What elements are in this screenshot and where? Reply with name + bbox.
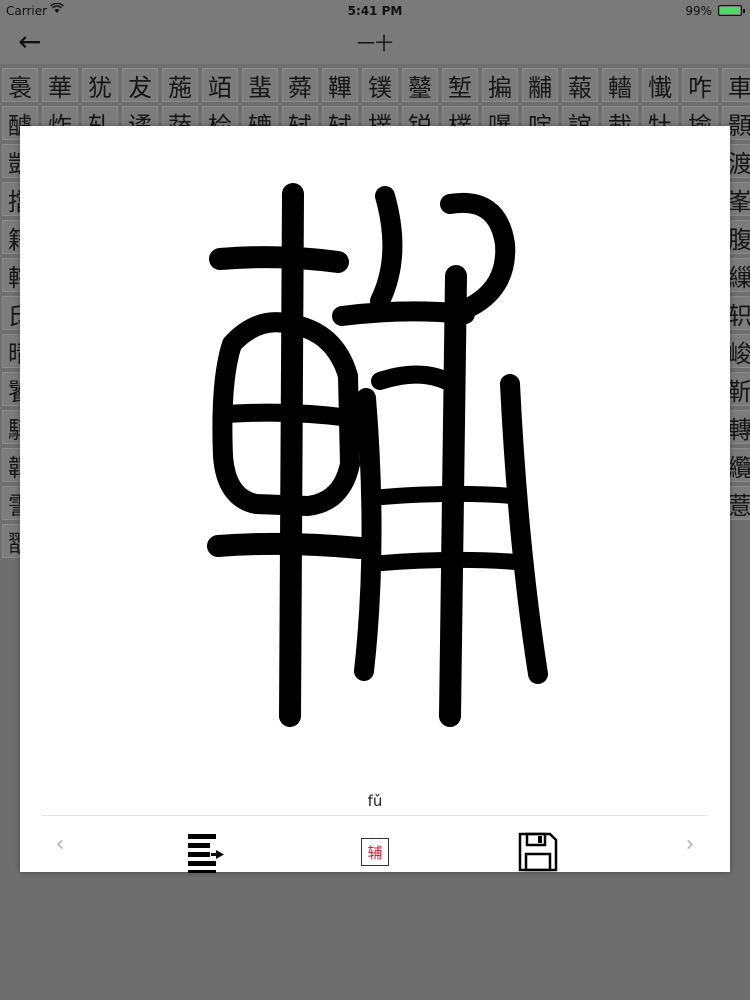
character-cell[interactable]: 轖: [602, 68, 638, 102]
character-cell[interactable]: 镤: [362, 68, 398, 102]
page-title: 一十: [357, 34, 393, 55]
modal-toolbar: ‹ 辅 ›: [20, 816, 730, 873]
navigation-bar: ← 一十: [0, 22, 750, 64]
battery-percent: 99%: [685, 4, 712, 18]
character-cell[interactable]: 鼞: [402, 68, 438, 102]
character-cell[interactable]: 懴: [642, 68, 678, 102]
character-detail-modal: fǔ ‹ 辅 ›: [20, 126, 730, 873]
previous-chevron-icon[interactable]: ‹: [48, 830, 72, 858]
character-cell[interactable]: 犮: [122, 68, 158, 102]
character-cell[interactable]: 堑: [442, 68, 478, 102]
battery-icon: [718, 5, 745, 16]
character-cell[interactable]: 蕣: [282, 68, 318, 102]
character-cell[interactable]: 蕔: [562, 68, 598, 102]
character-cell[interactable]: 鞸: [322, 68, 358, 102]
character-cell[interactable]: 蜚: [242, 68, 278, 102]
character-cell[interactable]: 咋: [682, 68, 718, 102]
seal-script-glyph: [207, 183, 548, 727]
character-cell[interactable]: 犹: [82, 68, 118, 102]
list-arrow-icon[interactable]: [184, 828, 232, 876]
next-chevron-icon[interactable]: ›: [678, 830, 702, 858]
character-cell[interactable]: 揙: [482, 68, 518, 102]
status-time: 5:41 PM: [347, 4, 403, 18]
pinyin-label: fǔ: [367, 792, 383, 810]
character-cell[interactable]: 竡: [202, 68, 238, 102]
character-cell[interactable]: 車: [722, 68, 750, 102]
save-floppy-icon[interactable]: [514, 828, 562, 876]
stamp-char: 辅: [361, 838, 389, 866]
character-cell[interactable]: 黼: [522, 68, 558, 102]
character-cell[interactable]: 葹: [162, 68, 198, 102]
status-bar: Carrier 5:41 PM 99%: [0, 0, 750, 22]
character-cell[interactable]: 華: [42, 68, 78, 102]
seal-stamp-button[interactable]: 辅: [359, 836, 391, 868]
character-cell[interactable]: 裛: [2, 68, 38, 102]
